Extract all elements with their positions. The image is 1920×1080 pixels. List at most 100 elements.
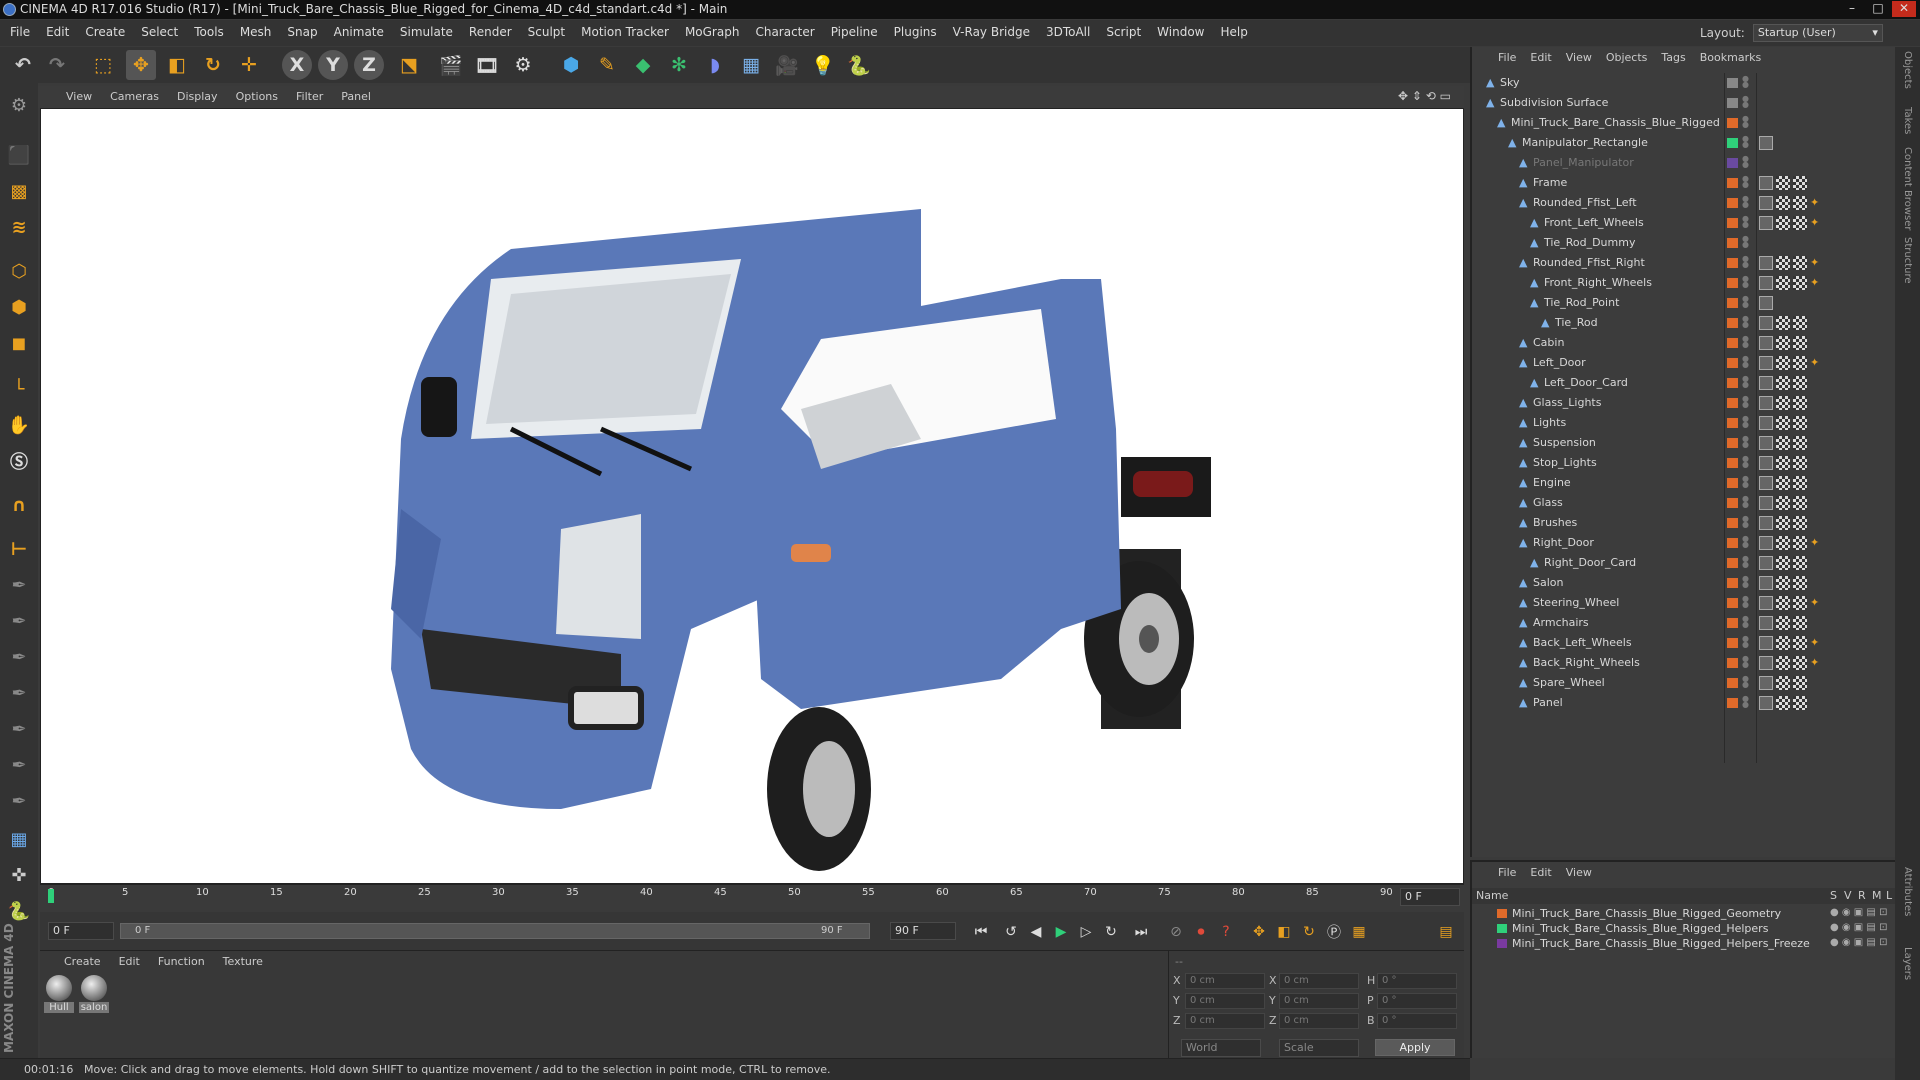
- maximize-button[interactable]: □: [1866, 1, 1890, 17]
- material-tag-icon[interactable]: [1776, 576, 1790, 590]
- magnet-icon[interactable]: ∩: [3, 489, 35, 521]
- object-row[interactable]: ▲ Sky ● ●: [1472, 73, 1897, 93]
- key-rotation-icon[interactable]: ↻: [1298, 921, 1320, 943]
- python-icon[interactable]: 🐍: [844, 50, 874, 80]
- undo-icon[interactable]: ↶: [8, 50, 38, 80]
- brush-tool-5-icon[interactable]: ✒: [3, 713, 35, 745]
- texture-tag-icon[interactable]: [1759, 376, 1773, 390]
- material-tag-icon[interactable]: [1793, 336, 1807, 350]
- render-view-icon[interactable]: 🎬: [436, 50, 466, 80]
- model-mode-icon[interactable]: ⬛: [3, 139, 35, 171]
- viewport-menu-filter[interactable]: Filter: [296, 90, 323, 103]
- object-row[interactable]: ▲ Spare_Wheel ● ●: [1472, 673, 1897, 693]
- autokey-icon[interactable]: ⏺: [1190, 921, 1212, 943]
- layer-color-swatch[interactable]: [1497, 924, 1507, 933]
- menu-mograph[interactable]: MoGraph: [685, 25, 740, 39]
- object-row[interactable]: ▲ Brushes ● ●: [1472, 513, 1897, 533]
- texture-tag-icon[interactable]: [1759, 556, 1773, 570]
- material-tag-icon[interactable]: [1793, 376, 1807, 390]
- object-row[interactable]: ▲ Suspension ● ●: [1472, 433, 1897, 453]
- coord-field-c[interactable]: 0 °: [1377, 1013, 1457, 1029]
- menu-select[interactable]: Select: [141, 25, 178, 39]
- object-row[interactable]: ▲ Rounded_Ffist_Left ● ● ✦: [1472, 193, 1897, 213]
- menu-render[interactable]: Render: [469, 25, 512, 39]
- visibility-dots[interactable]: ● ●: [1742, 195, 1749, 209]
- key-pla-icon[interactable]: ▦: [1348, 921, 1370, 943]
- material-tag-icon[interactable]: [1793, 516, 1807, 530]
- axis-mode-icon[interactable]: └: [3, 373, 35, 405]
- texture-tag-icon[interactable]: [1759, 456, 1773, 470]
- visibility-dots[interactable]: ● ●: [1742, 455, 1749, 469]
- menu-plugins[interactable]: Plugins: [894, 25, 937, 39]
- points-mode-icon[interactable]: ⬡: [3, 255, 35, 287]
- menu-character[interactable]: Character: [755, 25, 814, 39]
- material-tag-icon[interactable]: [1776, 396, 1790, 410]
- material-tag-icon[interactable]: [1793, 436, 1807, 450]
- workplane-mode-icon[interactable]: ≋: [3, 211, 35, 243]
- visibility-dots[interactable]: ● ●: [1742, 695, 1749, 709]
- texture-tag-icon[interactable]: [1759, 176, 1773, 190]
- menu-snap[interactable]: Snap: [287, 25, 317, 39]
- layer-color-swatch[interactable]: [1497, 909, 1507, 918]
- texture-tag-icon[interactable]: [1759, 436, 1773, 450]
- object-row[interactable]: ▲ Right_Door ● ● ✦: [1472, 533, 1897, 553]
- weight-tag-icon[interactable]: ✦: [1810, 216, 1819, 230]
- coordinate-system-icon[interactable]: ⬔: [394, 50, 424, 80]
- viewport-menu-view[interactable]: View: [66, 90, 92, 103]
- visibility-dots[interactable]: ● ●: [1742, 355, 1749, 369]
- material-tag-icon[interactable]: [1793, 636, 1807, 650]
- menu-help[interactable]: Help: [1220, 25, 1247, 39]
- object-row[interactable]: ▲ Steering_Wheel ● ● ✦: [1472, 593, 1897, 613]
- object-row[interactable]: ▲ Glass ● ●: [1472, 493, 1897, 513]
- visibility-dots[interactable]: ● ●: [1742, 375, 1749, 389]
- material-swatch[interactable]: salon: [79, 975, 109, 1013]
- object-menu-file[interactable]: File: [1498, 51, 1516, 64]
- layer-row[interactable]: Mini_Truck_Bare_Chassis_Blue_Rigged_Help…: [1472, 921, 1897, 936]
- object-row[interactable]: ▲ Cabin ● ●: [1472, 333, 1897, 353]
- coord-field-b[interactable]: 0 cm: [1279, 993, 1359, 1009]
- texture-tag-icon[interactable]: [1759, 276, 1773, 290]
- material-tag-icon[interactable]: [1793, 416, 1807, 430]
- visibility-dots[interactable]: ● ●: [1742, 535, 1749, 549]
- menu-v-ray-bridge[interactable]: V-Ray Bridge: [953, 25, 1030, 39]
- visibility-dots[interactable]: ● ●: [1742, 495, 1749, 509]
- weight-tag-icon[interactable]: ✦: [1810, 596, 1819, 610]
- coord-field-c[interactable]: 0 °: [1377, 973, 1457, 989]
- visibility-dots[interactable]: ● ●: [1742, 135, 1749, 149]
- coord-field-a[interactable]: 0 cm: [1185, 1013, 1265, 1029]
- texture-tag-icon[interactable]: [1759, 596, 1773, 610]
- play-icon[interactable]: ▶: [1050, 921, 1072, 943]
- tweak-mode-icon[interactable]: ✋: [3, 409, 35, 441]
- coord-field-b[interactable]: 0 cm: [1279, 973, 1359, 989]
- texture-tag-icon[interactable]: [1759, 496, 1773, 510]
- material-tag-icon[interactable]: [1776, 676, 1790, 690]
- rotate-tool-icon[interactable]: ↻: [198, 50, 228, 80]
- object-row[interactable]: ▲ Tie_Rod_Dummy ● ●: [1472, 233, 1897, 253]
- make-editable-icon[interactable]: ⚙: [3, 89, 35, 121]
- material-tag-icon[interactable]: [1776, 536, 1790, 550]
- side-tab-content-browser[interactable]: Content Browser: [1902, 147, 1913, 230]
- material-tag-icon[interactable]: [1776, 176, 1790, 190]
- object-menu-tags[interactable]: Tags: [1661, 51, 1685, 64]
- material-tag-icon[interactable]: [1776, 616, 1790, 630]
- menu-3dtoall[interactable]: 3DToAll: [1046, 25, 1090, 39]
- material-tag-icon[interactable]: [1793, 396, 1807, 410]
- brush-tool-2-icon[interactable]: ✒: [3, 605, 35, 637]
- timeline-ruler[interactable]: 051015202530354045505560657075808590 0 F: [40, 884, 1464, 909]
- visibility-dots[interactable]: ● ●: [1742, 295, 1749, 309]
- end-frame-field[interactable]: 0 F: [1400, 888, 1460, 906]
- visibility-dots[interactable]: ● ●: [1742, 655, 1749, 669]
- side-tab-structure[interactable]: Structure: [1902, 237, 1913, 284]
- material-tag-icon[interactable]: [1793, 456, 1807, 470]
- visibility-dots[interactable]: ● ●: [1742, 235, 1749, 249]
- visibility-dots[interactable]: ● ●: [1742, 515, 1749, 529]
- previous-key-icon[interactable]: ↺: [1000, 921, 1022, 943]
- minimize-button[interactable]: –: [1840, 1, 1864, 17]
- material-tag-icon[interactable]: [1793, 316, 1807, 330]
- next-key-icon[interactable]: ↻: [1100, 921, 1122, 943]
- object-row[interactable]: ▲ Tie_Rod_Point ● ●: [1472, 293, 1897, 313]
- texture-tag-icon[interactable]: [1759, 136, 1773, 150]
- object-row[interactable]: ▲ Salon ● ●: [1472, 573, 1897, 593]
- material-tag-icon[interactable]: [1793, 536, 1807, 550]
- current-frame-field[interactable]: 0 F: [48, 922, 114, 940]
